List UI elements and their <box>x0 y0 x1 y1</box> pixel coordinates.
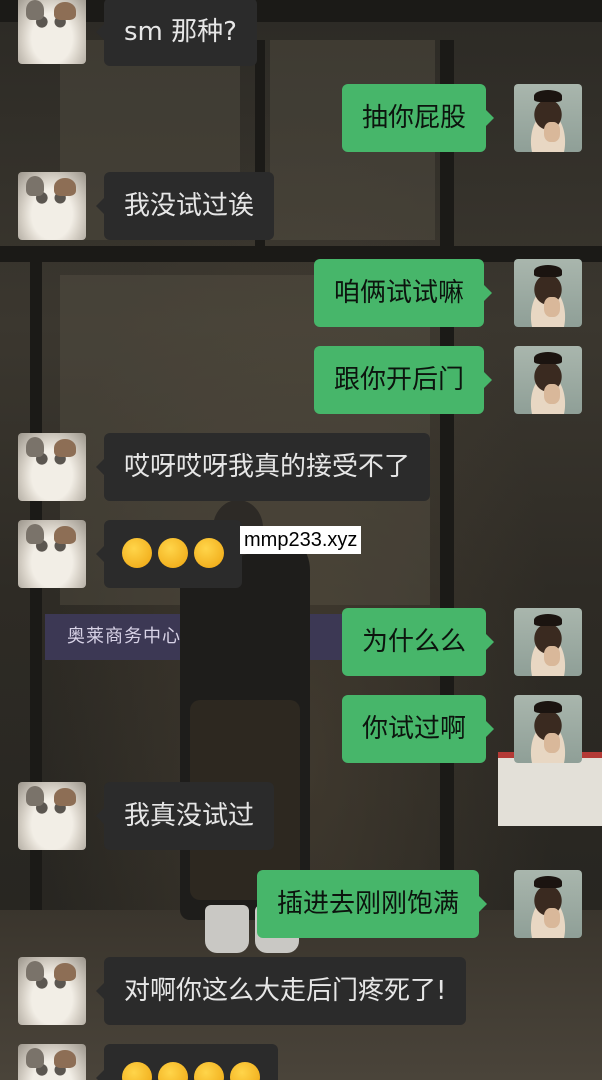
message-bubble-right[interactable]: 咱俩试试嘛 <box>314 259 493 327</box>
chat-screen: 奥莱商务中心 sm 那种? 抽你屁股 我没试过诶 咱俩试试嘛 跟你开后门 哎呀哎… <box>0 0 602 1080</box>
tired-face-emoji-icon <box>194 537 224 568</box>
message-bubble-right[interactable]: 为什么么 <box>342 608 495 676</box>
contact-avatar[interactable] <box>18 172 86 240</box>
tired-face-emoji-icon <box>158 537 188 568</box>
message-bubble-emoji[interactable] <box>96 520 242 588</box>
message-bubble-left[interactable]: 我没试过诶 <box>95 172 275 240</box>
self-avatar[interactable] <box>514 870 582 938</box>
self-avatar[interactable] <box>514 346 582 414</box>
tired-face-emoji-icon <box>158 1061 188 1080</box>
message-bubble-right[interactable]: 插进去刚刚饱满 <box>257 870 488 938</box>
contact-avatar[interactable] <box>18 782 86 850</box>
message-bubble-right[interactable]: 抽你屁股 <box>342 84 495 152</box>
message-bubble-emoji[interactable] <box>96 1044 278 1080</box>
message-bubble-left[interactable]: sm 那种? <box>96 0 257 66</box>
message-bubble-left[interactable]: 哎呀哎呀我真的接受不了 <box>95 433 431 501</box>
self-avatar[interactable] <box>514 259 582 327</box>
tired-face-emoji-icon <box>194 1061 224 1080</box>
message-bubble-right[interactable]: 你试过啊 <box>342 695 495 763</box>
tired-face-emoji-icon <box>230 1061 260 1080</box>
message-bubble-right[interactable]: 跟你开后门 <box>314 346 493 414</box>
contact-avatar[interactable] <box>18 433 86 501</box>
contact-avatar[interactable] <box>18 957 86 1025</box>
message-bubble-left[interactable]: 对啊你这么大走后门疼死了! <box>95 957 467 1025</box>
message-bubble-left[interactable]: 我真没试过 <box>95 782 275 850</box>
self-avatar[interactable] <box>514 695 582 763</box>
self-avatar[interactable] <box>514 608 582 676</box>
contact-avatar[interactable] <box>18 0 86 64</box>
watermark-text: mmp233.xyz <box>240 526 362 554</box>
self-avatar[interactable] <box>514 84 582 152</box>
contact-avatar[interactable] <box>18 520 86 588</box>
contact-avatar[interactable] <box>18 1044 86 1080</box>
tired-face-emoji-icon <box>122 537 152 568</box>
tired-face-emoji-icon <box>122 1061 152 1080</box>
background-poster <box>498 752 602 826</box>
